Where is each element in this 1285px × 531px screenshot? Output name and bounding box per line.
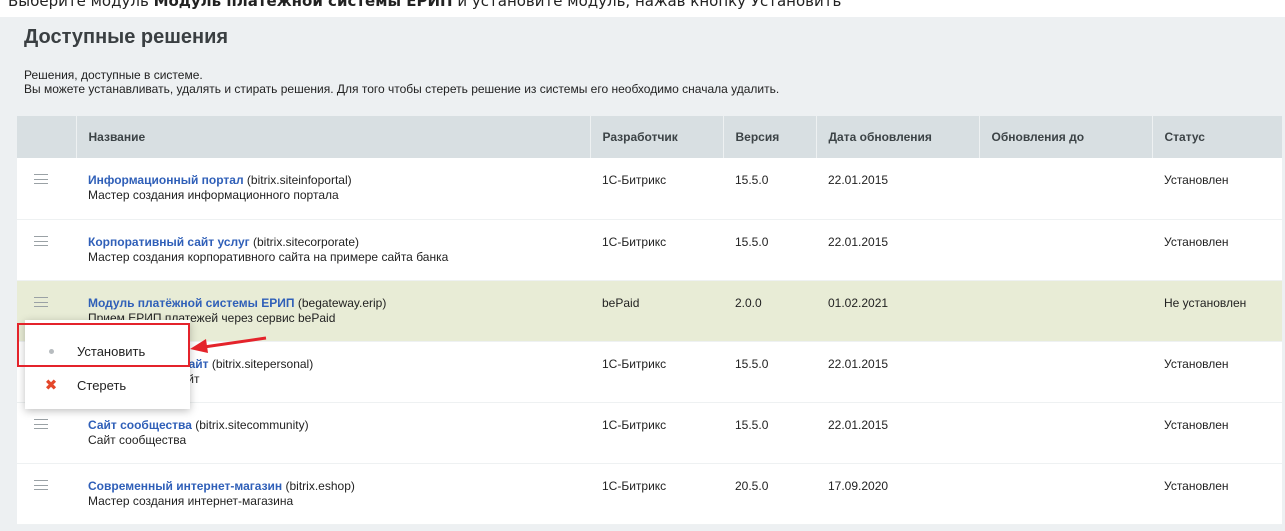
menu-lines-icon[interactable] xyxy=(34,235,48,246)
developer-cell: bePaid xyxy=(590,280,723,342)
table-row: Корпоративный сайт услуг (bitrix.sitecor… xyxy=(17,219,1282,281)
name-cell: Современный интернет-магазин (bitrix.esh… xyxy=(76,463,590,525)
updates-until-cell xyxy=(979,463,1152,525)
instruction-text: Выберите модуль Модуль платёжной системы… xyxy=(8,0,841,11)
row-menu-cell[interactable] xyxy=(17,402,76,464)
version-cell: 15.5.0 xyxy=(723,341,816,403)
solution-code: (begateway.erip) xyxy=(294,295,387,310)
developer-cell: 1С-Битрикс xyxy=(590,341,723,403)
col-header-developer[interactable]: Разработчик xyxy=(590,116,724,158)
updates-until-cell xyxy=(979,341,1152,403)
col-header-drag xyxy=(17,116,77,158)
menu-item-erase[interactable]: ✖ Стереть xyxy=(25,370,190,400)
annotation-highlight-box xyxy=(17,323,190,367)
menu-item-erase-label: Стереть xyxy=(77,377,127,393)
table-row: Информационный портал (bitrix.siteinfopo… xyxy=(17,158,1282,220)
solution-desc: Мастер создания интернет-магазина xyxy=(88,493,294,508)
instruction-prefix: Выберите модуль xyxy=(8,0,154,10)
solutions-table-wrap: Название Разработчик Версия Дата обновле… xyxy=(17,116,1282,525)
row-menu-cell[interactable] xyxy=(17,463,76,525)
solutions-panel: Доступные решения Решения, доступные в с… xyxy=(0,17,1285,531)
solution-name-link[interactable]: Сайт сообщества xyxy=(88,418,192,432)
delete-x-icon: ✖ xyxy=(44,376,58,394)
updates-until-cell xyxy=(979,158,1152,220)
status-cell: Установлен xyxy=(1152,341,1282,403)
developer-cell: 1С-Битрикс xyxy=(590,463,723,525)
updated-cell: 22.01.2015 xyxy=(816,158,979,220)
solution-code: (bitrix.sitepersonal) xyxy=(208,356,314,371)
solution-code: (bitrix.sitecorporate) xyxy=(249,234,360,249)
table-header-row: Название Разработчик Версия Дата обновле… xyxy=(17,116,1282,158)
col-header-updated[interactable]: Дата обновления xyxy=(816,116,980,158)
table-row: Сайт сообщества (bitrix.sitecommunity) Са… xyxy=(17,402,1282,464)
status-cell: Не установлен xyxy=(1152,280,1282,342)
status-cell: Установлен xyxy=(1152,158,1282,220)
solution-desc: Мастер создания корпоративного сайта на … xyxy=(88,249,449,264)
row-menu-cell[interactable] xyxy=(17,219,76,281)
developer-cell: 1С-Битрикс xyxy=(590,219,723,281)
menu-lines-icon[interactable] xyxy=(34,296,48,307)
col-header-updates-until[interactable]: Обновления до xyxy=(979,116,1153,158)
version-cell: 15.5.0 xyxy=(723,158,816,220)
version-cell: 15.5.0 xyxy=(723,219,816,281)
desc-line-2: Вы можете устанавливать, удалять и стира… xyxy=(24,82,780,96)
solution-name-link[interactable]: Корпоративный сайт услуг xyxy=(88,235,250,249)
solution-code: (bitrix.eshop) xyxy=(282,478,355,493)
table-row: Современный интернет-магазин (bitrix.esh… xyxy=(17,463,1282,525)
name-cell: Корпоративный сайт услуг (bitrix.sitecor… xyxy=(76,219,590,281)
updated-cell: 01.02.2021 xyxy=(816,280,979,342)
updated-cell: 22.01.2015 xyxy=(816,219,979,281)
status-cell: Установлен xyxy=(1152,463,1282,525)
menu-lines-icon[interactable] xyxy=(34,418,48,429)
updates-until-cell xyxy=(979,219,1152,281)
status-cell: Установлен xyxy=(1152,219,1282,281)
col-header-status[interactable]: Статус xyxy=(1152,116,1282,158)
updates-until-cell xyxy=(979,280,1152,342)
row-menu-cell[interactable] xyxy=(17,158,76,220)
updates-until-cell xyxy=(979,402,1152,464)
instruction-bold: Модуль платёжной системы ЕРИП xyxy=(153,0,453,10)
updated-cell: 17.09.2020 xyxy=(816,463,979,525)
menu-lines-icon[interactable] xyxy=(34,479,48,490)
developer-cell: 1С-Битрикс xyxy=(590,402,723,464)
updated-cell: 22.01.2015 xyxy=(816,341,979,403)
version-cell: 15.5.0 xyxy=(723,402,816,464)
solution-name-link[interactable]: Модуль платёжной системы ЕРИП xyxy=(88,296,295,310)
developer-cell: 1С-Битрикс xyxy=(590,158,723,220)
solution-desc: Мастер создания информационного портала xyxy=(88,188,339,202)
version-cell: 20.5.0 xyxy=(723,463,816,525)
version-cell: 2.0.0 xyxy=(723,280,816,342)
page-description: Решения, доступные в системе. Вы можете … xyxy=(24,68,779,96)
col-header-version[interactable]: Версия xyxy=(723,116,817,158)
annotation-arrow-icon xyxy=(190,336,267,353)
solution-name-link[interactable]: Информационный портал xyxy=(88,173,244,187)
menu-lines-icon[interactable] xyxy=(34,174,48,184)
solution-code: (bitrix.sitecommunity) xyxy=(191,417,309,432)
status-cell: Установлен xyxy=(1152,402,1282,464)
page-title: Доступные решения xyxy=(24,26,229,48)
solution-code: (bitrix.siteinfoportal) xyxy=(243,173,352,187)
name-cell: Информационный портал (bitrix.siteinfopo… xyxy=(76,158,590,220)
solution-desc: Сайт сообщества xyxy=(88,432,187,447)
solution-name-link[interactable]: Современный интернет-магазин xyxy=(88,479,282,493)
instruction-suffix: и установите модуль, нажав кнопку Устано… xyxy=(452,0,842,10)
solutions-table: Название Разработчик Версия Дата обновле… xyxy=(17,116,1282,525)
table-row-selected: Модуль платёжной системы ЕРИП (begateway… xyxy=(17,280,1282,342)
updated-cell: 22.01.2015 xyxy=(816,402,979,464)
name-cell: Сайт сообщества (bitrix.sitecommunity) Са… xyxy=(76,402,590,464)
col-header-name[interactable]: Название xyxy=(76,116,591,158)
desc-line-1: Решения, доступные в системе. xyxy=(24,68,203,82)
